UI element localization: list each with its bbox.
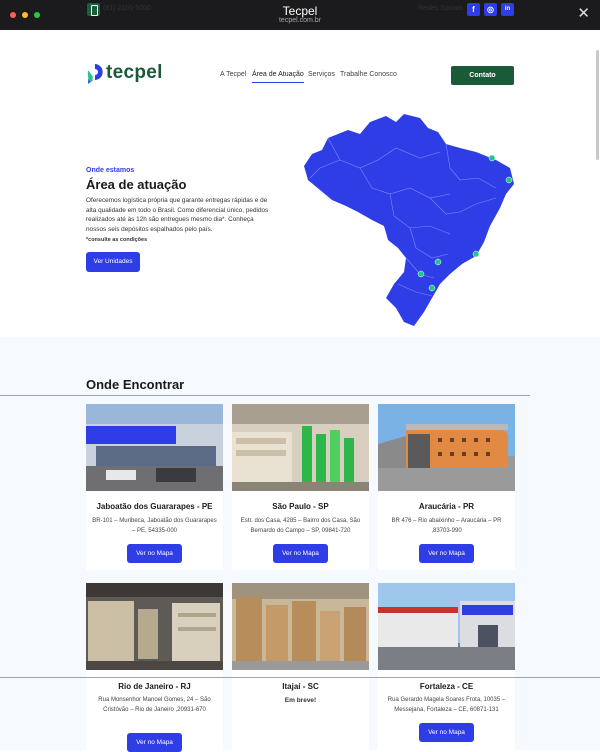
window-url: tecpel.com.br [278, 17, 322, 24]
nav-item-area-de-atuacao[interactable]: Área de Atuação [252, 71, 304, 83]
location-name: Fortaleza - CE [419, 682, 474, 691]
section-divider [0, 395, 530, 396]
facebook-icon[interactable]: f [467, 3, 480, 16]
location-photo [86, 404, 223, 491]
location-card-itajai: Itajaí - SC Em breve! [232, 583, 369, 750]
social-label: Redes Sociais [418, 5, 463, 12]
location-card-sao-paulo: São Paulo - SP Estr. dos Casa, 4285 – Ba… [232, 404, 369, 570]
nav-item-trabalhe-conosco[interactable]: Trabalhe Conosco [340, 71, 397, 78]
hero-title: Área de atuação [86, 177, 187, 192]
nav-item-servicos[interactable]: Serviços [308, 71, 335, 78]
location-address: BR 476 – Rio abaixinho – Araucária – PR … [391, 518, 502, 534]
location-address: BR-101 – Muribeca, Jaboatão dos Guararap… [92, 518, 217, 534]
view-map-button[interactable]: Ver no Mapa [273, 544, 328, 563]
linkedin-icon[interactable]: in [501, 3, 514, 16]
view-map-button[interactable]: Ver no Mapa [127, 544, 182, 563]
top-info-bar [0, 30, 600, 50]
location-card-rio-de-janeiro: Rio de Janeiro - RJ Rua Monsenhor Manoel… [86, 583, 223, 752]
view-units-button[interactable]: Ver Unidades [86, 252, 140, 272]
location-photo [86, 583, 223, 670]
logo-icon[interactable] [86, 63, 104, 85]
location-name: Araucária - PR [418, 502, 475, 511]
location-name: Itajaí - SC [282, 682, 319, 691]
location-photo [378, 583, 515, 670]
location-card-araucaria: Araucária - PR BR 476 – Rio abaixinho – … [378, 404, 515, 570]
view-map-button[interactable]: Ver no Mapa [127, 733, 182, 752]
logo-wordmark[interactable]: tecpel [106, 62, 163, 84]
location-address: Rua Gerardo Magela Soares Frota, 10035 –… [387, 697, 506, 713]
hero-note: *consulte as condições [86, 237, 148, 243]
nav-item-a-tecpel[interactable]: A Tecpel [220, 71, 246, 78]
location-photo [232, 404, 369, 491]
location-card-jaboatao: Jaboatão dos Guararapes - PE BR-101 – Mu… [86, 404, 223, 570]
location-name: São Paulo - SP [272, 502, 329, 511]
view-map-button[interactable]: Ver no Mapa [419, 544, 474, 563]
location-address: Rua Monsenhor Manoel Gomes, 24 – São Cri… [98, 697, 211, 713]
location-photo [232, 583, 369, 670]
location-name: Rio de Janeiro - RJ [118, 682, 191, 691]
instagram-icon[interactable]: ◎ [484, 3, 497, 16]
view-map-button[interactable]: Ver no Mapa [419, 723, 474, 742]
close-icon[interactable]: ✕ [577, 6, 590, 21]
location-card-fortaleza: Fortaleza - CE Rua Gerardo Magela Soares… [378, 583, 515, 750]
phone-number[interactable]: (81) 2101-5000 [103, 5, 151, 12]
locations-title: Onde Encontrar [86, 377, 185, 392]
contact-button[interactable]: Contato [451, 66, 514, 85]
brazil-map [304, 114, 514, 326]
coming-soon-label: Em breve! [284, 697, 317, 704]
location-photo [378, 404, 515, 491]
location-name: Jaboatão dos Guararapes - PE [96, 502, 213, 511]
overlay-divider [0, 677, 600, 678]
hero-kicker: Onde estamos [86, 167, 135, 174]
location-address: Estr. dos Casa, 4285 – Bairro dos Casa, … [240, 518, 361, 534]
phone-icon [87, 3, 100, 16]
hero-description: Oferecemos logística própria que garante… [86, 197, 269, 233]
